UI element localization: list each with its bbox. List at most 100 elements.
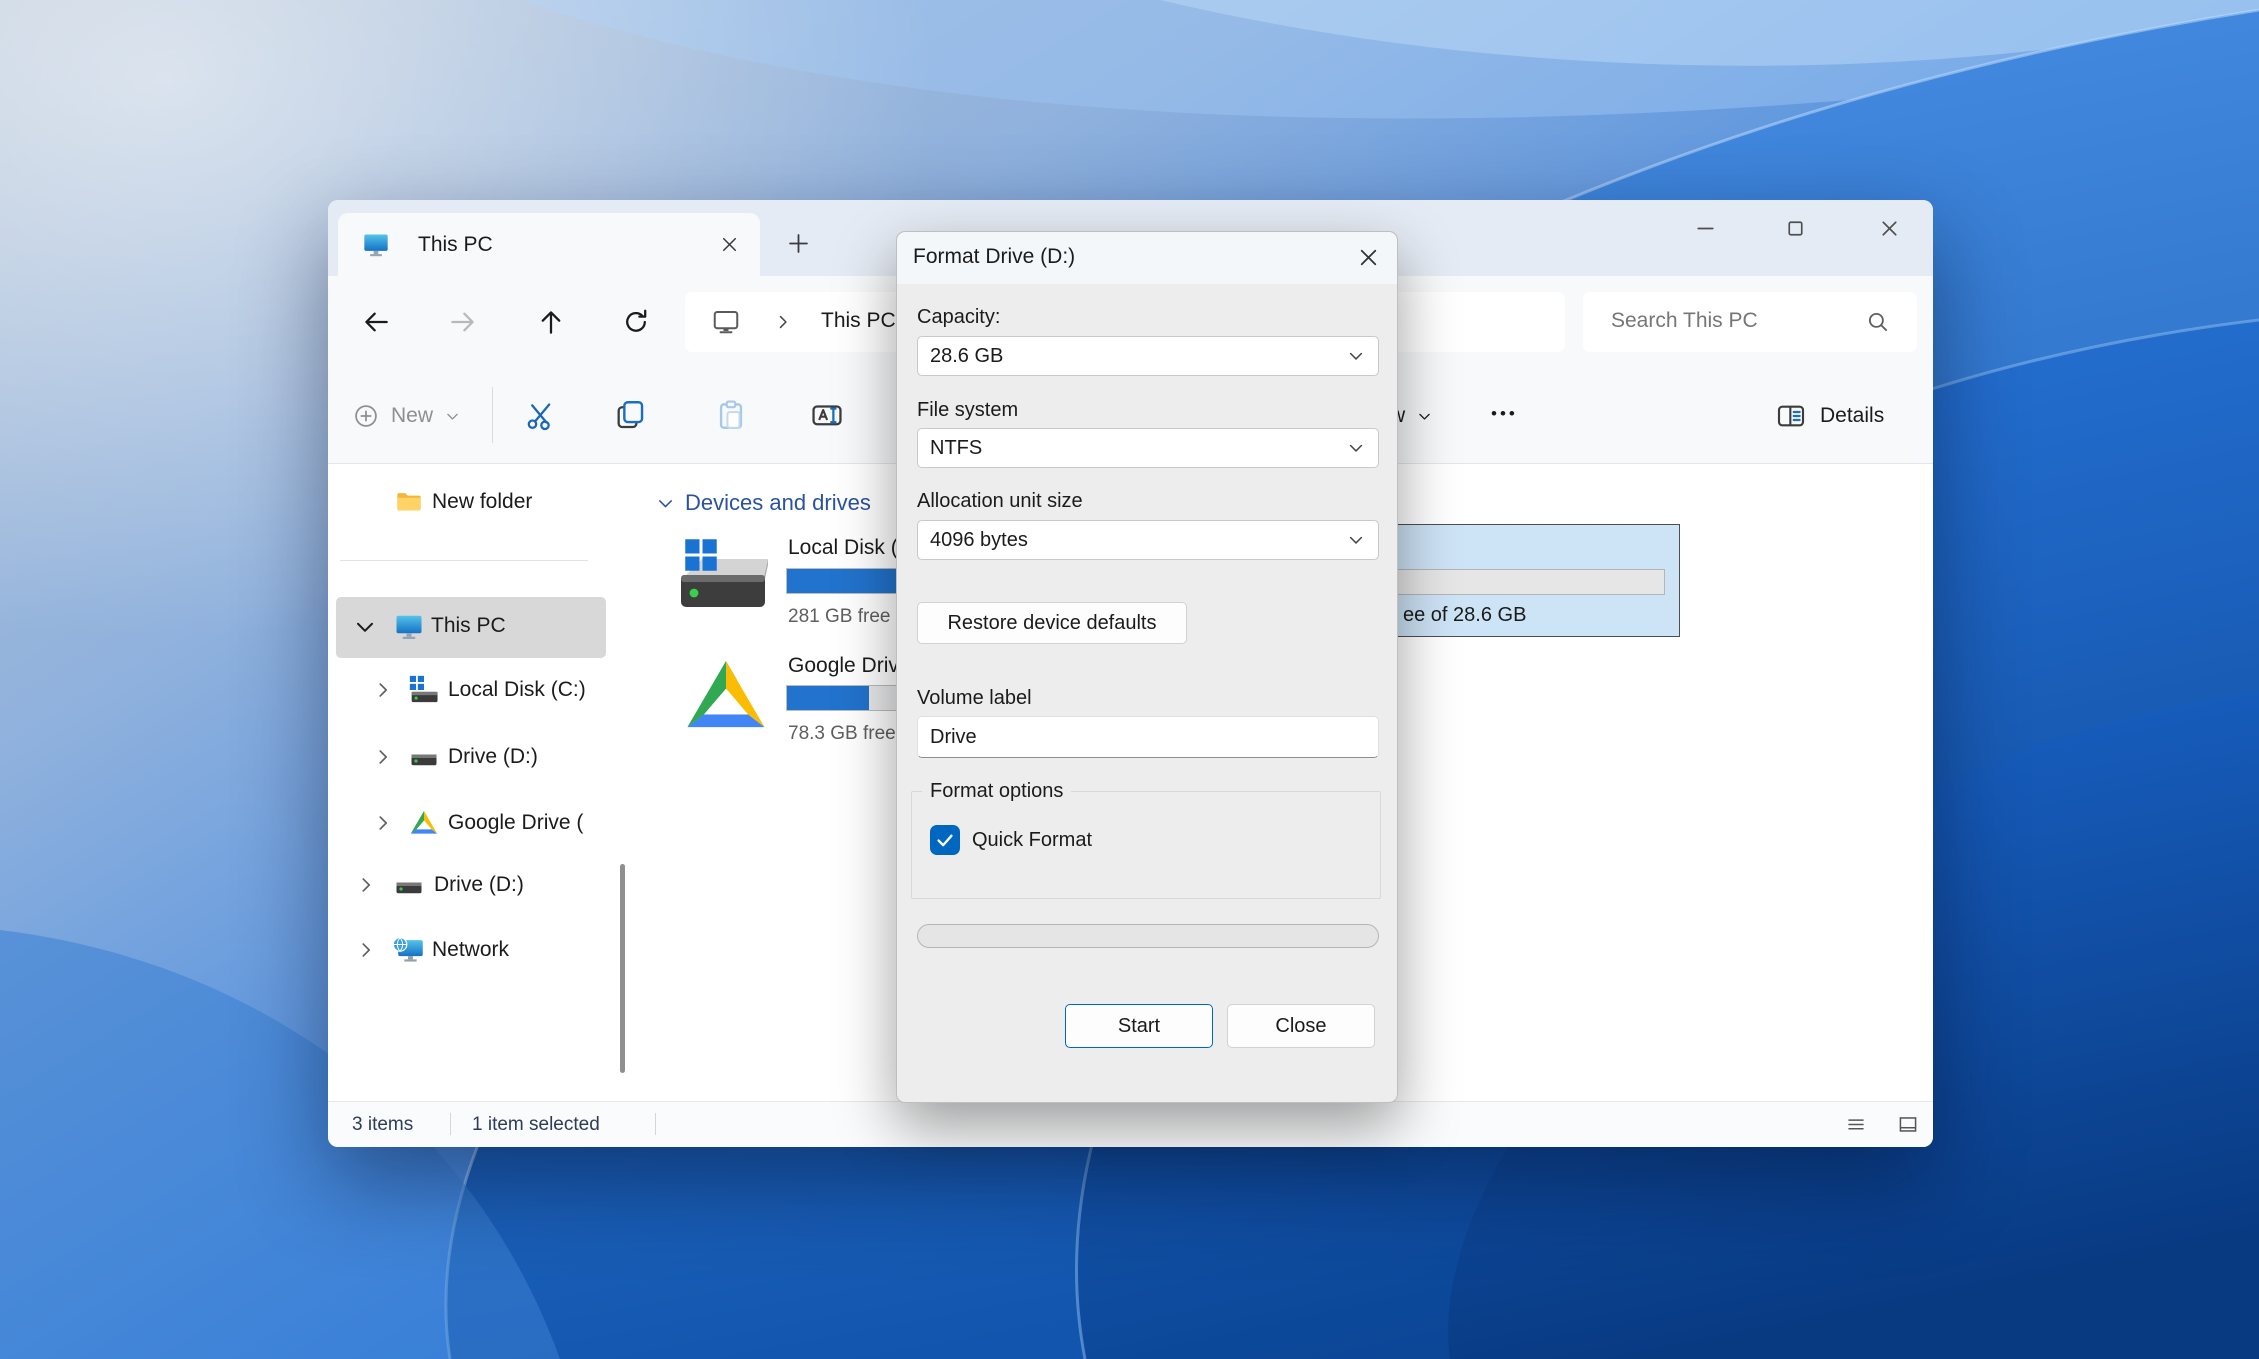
sidebar-item-drive-d[interactable]: Drive (D:)	[328, 733, 618, 781]
check-icon	[934, 829, 956, 851]
format-drive-dialog: Format Drive (D:) Capacity: 28.6 GB File…	[896, 231, 1398, 1103]
window-close-icon[interactable]	[1877, 216, 1902, 241]
quick-format-label: Quick Format	[972, 829, 1092, 852]
forward-icon[interactable]	[447, 306, 479, 338]
drive-free-space-fragment: ee of 28.6 GB	[1403, 604, 1526, 627]
new-button[interactable]: New	[352, 396, 461, 436]
search-input[interactable]	[1611, 292, 1861, 350]
new-button-label: New	[391, 404, 433, 428]
cut-icon[interactable]	[524, 398, 558, 432]
sidebar-item-local-disk-c[interactable]: Local Disk (C:)	[328, 666, 618, 714]
more-options-button[interactable]: •••	[1491, 404, 1518, 424]
start-button-label: Start	[1118, 1015, 1160, 1038]
sidebar-item-label: Local Disk (C:)	[448, 678, 586, 702]
status-divider	[655, 1113, 656, 1135]
tab-title: This PC	[418, 233, 493, 257]
toolbar-divider	[492, 387, 493, 443]
sidebar-item-label: This PC	[431, 614, 506, 638]
desktop: This PC This PC Ne	[0, 0, 2259, 1359]
drive-icon	[394, 870, 424, 900]
quick-format-checkbox[interactable]	[930, 825, 960, 855]
drive-free-space: 281 GB free	[788, 606, 890, 628]
new-plus-icon	[352, 402, 380, 430]
sidebar-item-network[interactable]: Network	[328, 926, 618, 974]
address-monitor-icon	[711, 307, 741, 337]
dialog-title-bar: Format Drive (D:)	[897, 232, 1397, 284]
dialog-title: Format Drive (D:)	[913, 245, 1075, 269]
sidebar-item-label: Google Drive (	[448, 811, 606, 835]
google-drive-icon	[682, 652, 770, 740]
details-button[interactable]: Details	[1775, 396, 1884, 436]
sidebar-item-this-pc[interactable]: This PC	[336, 597, 606, 658]
dialog-close-icon[interactable]	[1355, 244, 1382, 271]
new-tab-icon[interactable]	[785, 230, 812, 257]
format-progress-bar	[917, 924, 1379, 948]
tab-this-pc[interactable]: This PC	[338, 213, 760, 276]
close-button[interactable]: Close	[1227, 1004, 1375, 1048]
rename-icon[interactable]	[810, 398, 844, 432]
chevron-down-icon	[444, 408, 461, 425]
file-system-select[interactable]: NTFS	[917, 428, 1379, 468]
drive-name: Google Drive	[788, 654, 911, 678]
allocation-unit-select[interactable]: 4096 bytes	[917, 520, 1379, 560]
breadcrumb[interactable]: This PC	[821, 309, 896, 333]
capacity-value: 28.6 GB	[930, 345, 1003, 368]
capacity-select[interactable]: 28.6 GB	[917, 336, 1379, 376]
volume-label-input[interactable]	[917, 716, 1379, 758]
refresh-icon[interactable]	[620, 306, 652, 338]
allocation-unit-label: Allocation unit size	[917, 490, 1083, 513]
restore-defaults-label: Restore device defaults	[947, 612, 1156, 635]
tab-close-icon[interactable]	[718, 233, 741, 256]
restore-defaults-button[interactable]: Restore device defaults	[917, 602, 1187, 644]
file-system-value: NTFS	[930, 437, 982, 460]
start-button[interactable]: Start	[1065, 1004, 1213, 1048]
drive-windows-icon	[408, 674, 440, 706]
sidebar-item-label: Drive (D:)	[434, 873, 524, 897]
search-icon[interactable]	[1865, 309, 1891, 335]
chevron-down-icon[interactable]	[655, 493, 676, 514]
sidebar-scrollbar[interactable]	[620, 864, 625, 1073]
volume-label-label: Volume label	[917, 687, 1032, 710]
search-box[interactable]	[1583, 292, 1917, 352]
sidebar-item-label: New folder	[432, 490, 532, 514]
section-devices-and-drives[interactable]: Devices and drives	[655, 490, 871, 516]
sidebar-item-label: Network	[432, 938, 509, 962]
drive-free-space: 78.3 GB free	[788, 723, 896, 745]
file-system-label: File system	[917, 399, 1018, 422]
quick-format-option[interactable]: Quick Format	[930, 825, 1092, 855]
chevron-down-icon	[1346, 346, 1366, 366]
drive-icon	[409, 742, 439, 772]
details-pane-icon	[1775, 400, 1807, 432]
network-icon	[392, 935, 424, 965]
sidebar-item-new-folder[interactable]: New folder	[328, 478, 608, 526]
status-bar: 3 items 1 item selected	[328, 1101, 1933, 1147]
sidebar-item-drive-d-2[interactable]: Drive (D:)	[328, 861, 618, 909]
allocation-unit-value: 4096 bytes	[930, 529, 1028, 552]
sidebar-divider	[340, 560, 588, 561]
details-button-label: Details	[1820, 404, 1884, 428]
copy-icon[interactable]	[613, 398, 647, 432]
windows-logo-icon	[683, 537, 719, 573]
sidebar-item-label: Drive (D:)	[448, 745, 538, 769]
breadcrumb-chevron-icon[interactable]	[773, 312, 793, 332]
close-button-label: Close	[1275, 1015, 1326, 1038]
selected-count: 1 item selected	[472, 1114, 600, 1136]
format-options-group: Format options Quick Format	[911, 780, 1381, 899]
large-icons-view-icon[interactable]	[1895, 1112, 1921, 1138]
chevron-right-icon[interactable]	[372, 679, 394, 701]
chevron-right-icon[interactable]	[372, 812, 394, 834]
minimize-icon[interactable]	[1693, 216, 1718, 241]
chevron-down-icon	[1416, 408, 1433, 425]
up-icon[interactable]	[535, 306, 567, 338]
sidebar-item-google-drive[interactable]: Google Drive (	[328, 799, 618, 847]
chevron-down-icon	[1346, 530, 1366, 550]
paste-icon[interactable]	[714, 398, 748, 432]
chevron-right-icon[interactable]	[355, 939, 377, 961]
back-icon[interactable]	[360, 306, 392, 338]
maximize-icon[interactable]	[1783, 216, 1808, 241]
section-title: Devices and drives	[685, 490, 871, 516]
chevron-right-icon[interactable]	[355, 874, 377, 896]
chevron-down-icon[interactable]	[352, 614, 378, 640]
list-view-icon[interactable]	[1843, 1112, 1869, 1138]
chevron-right-icon[interactable]	[372, 746, 394, 768]
